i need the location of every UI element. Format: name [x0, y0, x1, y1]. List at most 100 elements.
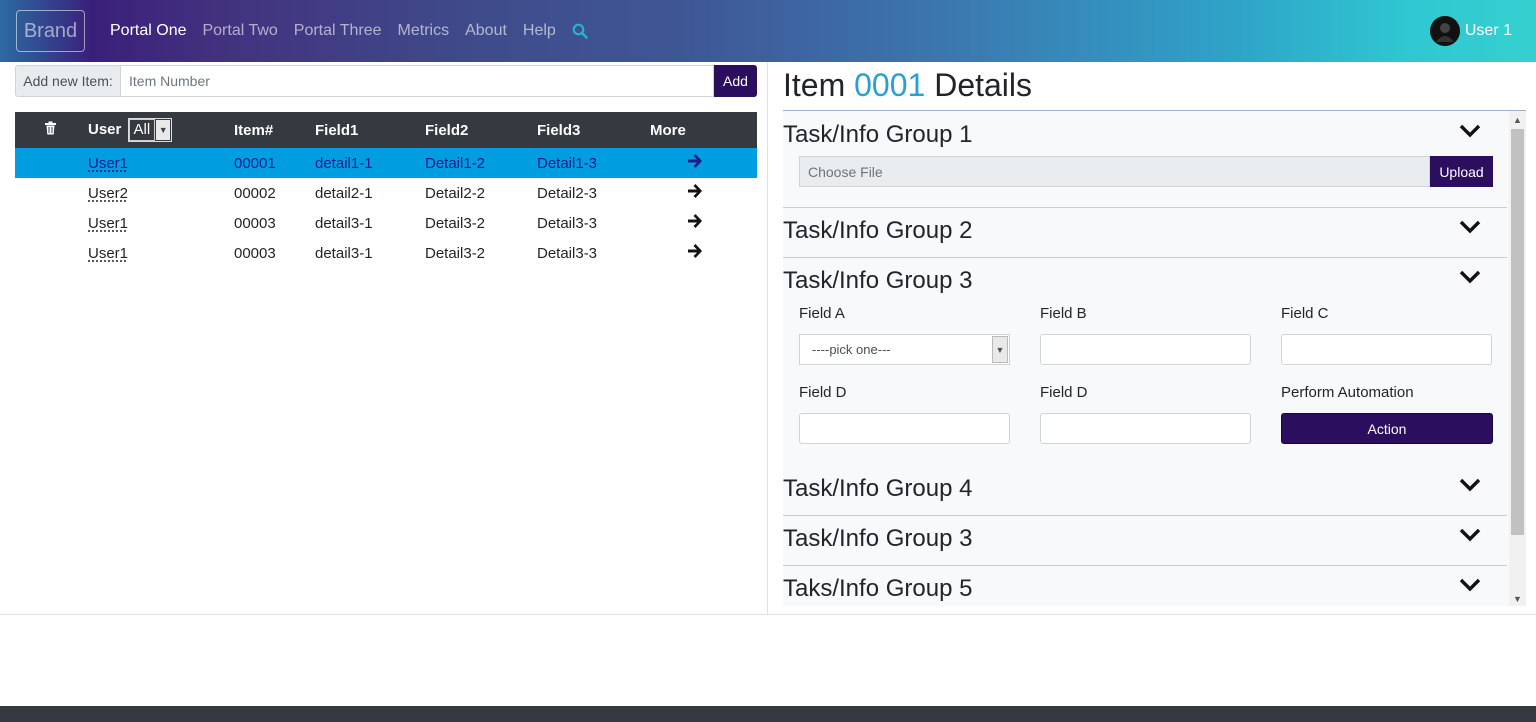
file-upload-row: Choose File Upload	[799, 156, 1493, 187]
accordion-title: Task/Info Group 3	[783, 525, 973, 552]
arrow-right-icon[interactable]	[687, 214, 703, 228]
row-user-link[interactable]: User1	[88, 155, 128, 172]
field-a-select[interactable]: ----pick one--- ▼	[799, 334, 1010, 365]
field-a-value: ----pick one---	[812, 342, 891, 357]
accordion-title: Task/Info Group 4	[783, 475, 973, 502]
arrow-right-icon[interactable]	[687, 244, 703, 258]
row-field1: detail1-1	[315, 154, 373, 172]
nav-link-metrics[interactable]: Metrics	[390, 22, 458, 40]
row-item: 00001	[234, 154, 276, 172]
row-field3: Detail2-3	[537, 184, 598, 202]
chevron-down-icon[interactable]	[1459, 521, 1481, 542]
table-row[interactable]: User1 00001 detail1-1 Detail1-2 Detail1-…	[15, 148, 757, 178]
scrollbar-thumb[interactable]	[1511, 129, 1524, 535]
top-navbar: Brand Portal One Portal Two Portal Three…	[0, 0, 1536, 62]
accordion-header-group-4[interactable]: Task/Info Group 4	[783, 465, 1507, 515]
table-header-row: User All ▼ Item# Field1 Field2 Field3 Mo…	[15, 112, 757, 148]
arrow-right-icon[interactable]	[687, 154, 703, 168]
chevron-down-icon[interactable]	[1459, 471, 1481, 492]
accordion-title: Taks/Info Group 5	[783, 575, 973, 602]
field-c-input[interactable]	[1281, 334, 1492, 365]
column-more: More	[650, 121, 686, 139]
row-item: 00003	[234, 214, 276, 232]
accordion-header-group-1[interactable]: Task/Info Group 1	[783, 111, 1507, 161]
accordion-title: Task/Info Group 3	[783, 267, 973, 294]
avatar	[1429, 16, 1460, 46]
search-icon[interactable]	[564, 23, 596, 39]
scroll-down-icon[interactable]: ▼	[1509, 590, 1526, 606]
details-panel: Item 0001 Details Task/Info Group 1 Choo…	[768, 62, 1536, 614]
column-field2: Field2	[425, 121, 469, 139]
nav-links: Portal One Portal Two Portal Three Metri…	[102, 0, 596, 62]
column-item: Item#	[234, 121, 274, 139]
chevron-down-icon: ▼	[156, 120, 171, 140]
title-suffix: Details	[934, 67, 1033, 103]
title-prefix: Item	[783, 67, 846, 103]
accordion-header-group-2[interactable]: Task/Info Group 2	[783, 207, 1507, 257]
accordion-title: Task/Info Group 1	[783, 121, 973, 148]
nav-link-about[interactable]: About	[457, 22, 515, 40]
accordion-header-group-3[interactable]: Task/Info Group 3	[783, 257, 1507, 307]
scroll-up-icon[interactable]: ▲	[1509, 111, 1526, 128]
field-d-input-2[interactable]	[1040, 413, 1251, 444]
perform-automation-label: Perform Automation	[1281, 384, 1414, 401]
choose-file-input[interactable]: Choose File	[799, 156, 1430, 187]
chevron-down-icon[interactable]	[1459, 117, 1481, 138]
row-field3: Detail3-3	[537, 214, 598, 232]
user-filter-select[interactable]: All ▼	[127, 118, 173, 142]
user-name: User 1	[1464, 22, 1512, 39]
row-field2: Detail3-2	[425, 214, 486, 232]
accordion-header-group-5[interactable]: Taks/Info Group 5	[783, 565, 1507, 606]
footer	[0, 706, 1536, 722]
table-row[interactable]: User1 00003 detail3-1 Detail3-2 Detail3-…	[15, 238, 757, 268]
add-item-label: Add new Item:	[15, 65, 121, 97]
chevron-down-icon[interactable]	[1459, 571, 1481, 592]
item-number-input[interactable]	[121, 65, 714, 97]
chevron-down-icon[interactable]	[1459, 213, 1481, 234]
row-field3: Detail1-3	[537, 154, 598, 172]
items-panel: Add new Item: Add User All ▼ Item# F	[0, 62, 768, 614]
page-title: Item 0001 Details	[783, 67, 1032, 104]
table-row[interactable]: User2 00002 detail2-1 Detail2-2 Detail2-…	[15, 178, 757, 208]
row-field3: Detail3-3	[537, 244, 598, 262]
accordion-title: Task/Info Group 2	[783, 217, 973, 244]
table-row[interactable]: User1 00003 detail3-1 Detail3-2 Detail3-…	[15, 208, 757, 238]
row-field2: Detail1-2	[425, 154, 486, 172]
row-field2: Detail3-2	[425, 244, 486, 262]
row-user-link[interactable]: User1	[88, 215, 128, 232]
row-field1: detail2-1	[315, 184, 373, 202]
chevron-down-icon[interactable]	[1459, 263, 1481, 284]
column-field1: Field1	[315, 121, 359, 139]
action-button[interactable]: Action	[1281, 413, 1493, 444]
column-user: User	[88, 120, 122, 138]
row-user-link[interactable]: User1	[88, 245, 128, 262]
row-field1: detail3-1	[315, 244, 373, 262]
trash-icon[interactable]	[15, 112, 85, 148]
row-item: 00002	[234, 184, 276, 202]
add-button[interactable]: Add	[714, 65, 757, 97]
field-d-label-2: Field D	[1040, 384, 1088, 401]
content-divider	[0, 614, 1536, 615]
nav-link-portal-three[interactable]: Portal Three	[286, 22, 390, 40]
user-filter-value: All	[128, 119, 156, 141]
arrow-right-icon[interactable]	[687, 184, 703, 198]
brand-logo[interactable]: Brand	[16, 10, 85, 52]
accordion-scrollbar[interactable]: ▲ ▼	[1509, 111, 1526, 606]
field-d-input[interactable]	[799, 413, 1010, 444]
nav-link-portal-one[interactable]: Portal One	[102, 22, 194, 40]
upload-button[interactable]: Upload	[1430, 156, 1493, 187]
user-menu[interactable]: User 1	[1429, 16, 1512, 46]
nav-link-help[interactable]: Help	[515, 22, 564, 40]
accordion-header-group-3b[interactable]: Task/Info Group 3	[783, 515, 1507, 565]
add-item-form: Add new Item: Add	[15, 65, 757, 97]
field-b-input[interactable]	[1040, 334, 1251, 365]
row-user-link[interactable]: User2	[88, 185, 128, 202]
field-a-label: Field A	[799, 305, 845, 322]
chevron-down-icon: ▼	[992, 336, 1008, 363]
row-field2: Detail2-2	[425, 184, 486, 202]
row-field1: detail3-1	[315, 214, 373, 232]
field-c-label: Field C	[1281, 305, 1329, 322]
field-d-label: Field D	[799, 384, 847, 401]
nav-link-portal-two[interactable]: Portal Two	[194, 22, 285, 40]
items-table: User All ▼ Item# Field1 Field2 Field3 Mo…	[15, 112, 757, 268]
